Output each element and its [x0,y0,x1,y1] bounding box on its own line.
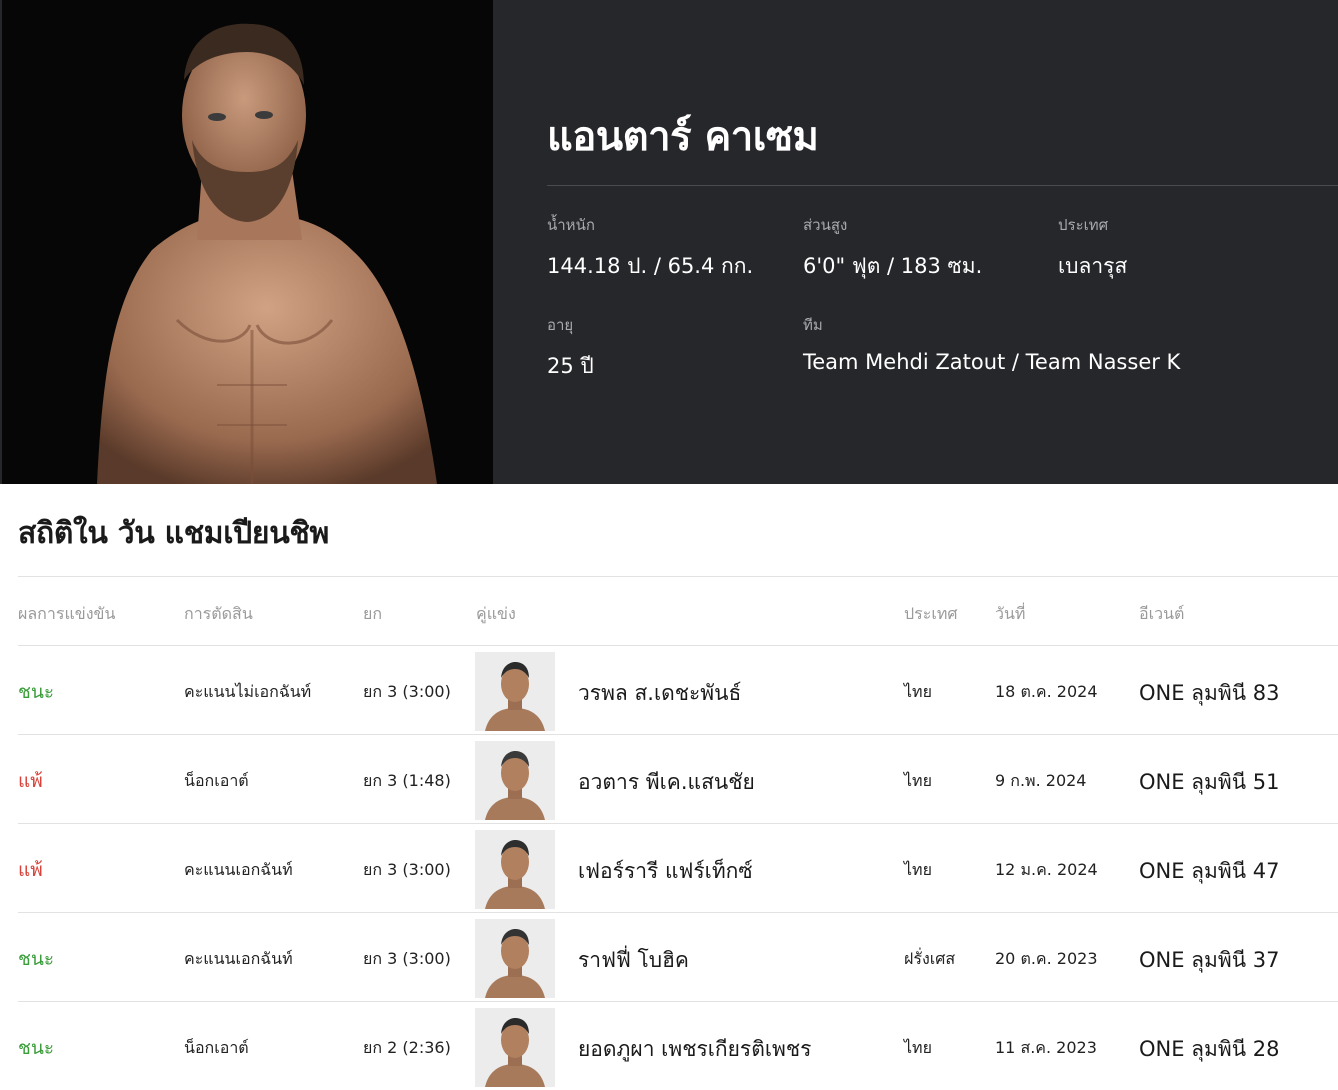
stat-country: ประเทศ เบลารุส [1058,213,1127,283]
country-cell: ฝรั่งเศส [904,949,956,968]
fighter-name: แอนตาร์ คาเซม [547,114,819,160]
event-link[interactable]: ONE ลุมพินี 28 [1139,1033,1280,1066]
table-row[interactable]: แพ้ น็อกเอาต์ ยก 3 (1:48) อวตาร พีเค.แสนชัย… [18,735,1338,824]
country-cell: ไทย [904,771,932,790]
opponent-avatar[interactable] [475,830,555,909]
header-opponent: คู่แข่ง [476,604,516,623]
record-section-title: สถิติใน วัน แชมเปียนชิพ [18,516,329,551]
event-link[interactable]: ONE ลุมพินี 47 [1139,855,1280,888]
stat-weight: น้ำหนัก 144.18 ป. / 65.4 กก. [547,213,753,283]
result-cell: แพ้ [18,770,43,792]
country-cell: ไทย [904,1038,932,1057]
date-cell: 18 ต.ค. 2024 [995,682,1098,701]
stat-age-value: 25 ปี [547,354,594,378]
date-cell: 12 ม.ค. 2024 [995,860,1098,879]
round-cell: ยก 3 (3:00) [363,949,451,968]
stat-height-value: 6'0" ฟุต / 183 ซม. [803,254,983,278]
info-divider [547,185,1338,186]
event-link[interactable]: ONE ลุมพินี 83 [1139,677,1280,710]
stat-country-value: เบลารุส [1058,254,1128,278]
method-cell: คะแนนเอกฉันท์ [184,949,293,968]
header-event: อีเวนต์ [1139,604,1185,623]
stat-weight-value: 144.18 ป. / 65.4 กก. [547,254,754,278]
stat-team-label: ทีม [803,316,823,334]
stat-height-label: ส่วนสูง [803,216,848,234]
header-method: การตัดสิน [184,604,253,623]
fighter-hero: แอนตาร์ คาเซม น้ำหนัก 144.18 ป. / 65.4 ก… [0,0,1338,484]
stat-age: อายุ 25 ปี [547,313,594,383]
fighter-info-panel: แอนตาร์ คาเซม น้ำหนัก 144.18 ป. / 65.4 ก… [493,0,1338,484]
opponent-name-link[interactable]: วรพล ส.เดชะพันธ์ [578,677,741,710]
header-country: ประเทศ [904,604,958,623]
header-round: ยก [363,604,383,623]
table-header: ผลการแข่งขัน การตัดสิน ยก คู่แข่ง ประเทศ… [18,576,1338,646]
table-row[interactable]: แพ้ คะแนนเอกฉันท์ ยก 3 (3:00) เฟอร์รารี แฟร… [18,824,1338,913]
event-link[interactable]: ONE ลุมพินี 51 [1139,766,1280,799]
opponent-avatar[interactable] [475,741,555,820]
fight-record-table: ผลการแข่งขัน การตัดสิน ยก คู่แข่ง ประเทศ… [18,576,1338,1090]
table-row[interactable]: ชนะ คะแนนไม่เอกฉันท์ ยก 3 (3:00) วรพล ส.เดช… [18,646,1338,735]
date-cell: 20 ต.ค. 2023 [995,949,1098,968]
stat-country-label: ประเทศ [1058,216,1109,234]
fighter-photo [2,0,493,484]
header-date: วันที่ [995,604,1026,623]
method-cell: น็อกเอาต์ [184,1038,249,1057]
date-cell: 11 ส.ค. 2023 [995,1038,1097,1057]
stat-team: ทีม Team Mehdi Zatout / Team Nasser K [803,313,1180,374]
round-cell: ยก 3 (3:00) [363,682,451,701]
stat-height: ส่วนสูง 6'0" ฟุต / 183 ซม. [803,213,982,283]
header-result: ผลการแข่งขัน [18,604,116,623]
opponent-name-link[interactable]: ยอดภูผา เพชรเกียรติเพชร [578,1033,811,1066]
opponent-name-link[interactable]: ราฟฟี่ โบฮิค [578,944,689,977]
stat-age-label: อายุ [547,316,574,334]
country-cell: ไทย [904,860,932,879]
table-row[interactable]: ชนะ คะแนนเอกฉันท์ ยก 3 (3:00) ราฟฟี่ โบฮิค ฝ… [18,913,1338,1002]
stat-team-value: Team Mehdi Zatout / Team Nasser K [803,350,1181,374]
opponent-avatar[interactable] [475,652,555,731]
opponent-name-link[interactable]: อวตาร พีเค.แสนชัย [578,766,755,799]
result-cell: แพ้ [18,859,43,881]
date-cell: 9 ก.พ. 2024 [995,771,1087,790]
country-cell: ไทย [904,682,932,701]
method-cell: คะแนนเอกฉันท์ [184,860,293,879]
event-link[interactable]: ONE ลุมพินี 37 [1139,944,1280,977]
method-cell: คะแนนไม่เอกฉันท์ [184,682,312,701]
round-cell: ยก 2 (2:36) [363,1038,451,1057]
round-cell: ยก 3 (3:00) [363,860,451,879]
result-cell: ชนะ [18,681,55,703]
stat-weight-label: น้ำหนัก [547,216,595,234]
opponent-name-link[interactable]: เฟอร์รารี แฟร์เท็กซ์ [578,855,753,888]
method-cell: น็อกเอาต์ [184,771,249,790]
table-row[interactable]: ชนะ น็อกเอาต์ ยก 2 (2:36) ยอดภูผา เพชรเกียร… [18,1002,1338,1090]
opponent-avatar[interactable] [475,1008,555,1087]
result-cell: ชนะ [18,1037,55,1059]
opponent-avatar[interactable] [475,919,555,998]
result-cell: ชนะ [18,948,55,970]
round-cell: ยก 3 (1:48) [363,771,451,790]
